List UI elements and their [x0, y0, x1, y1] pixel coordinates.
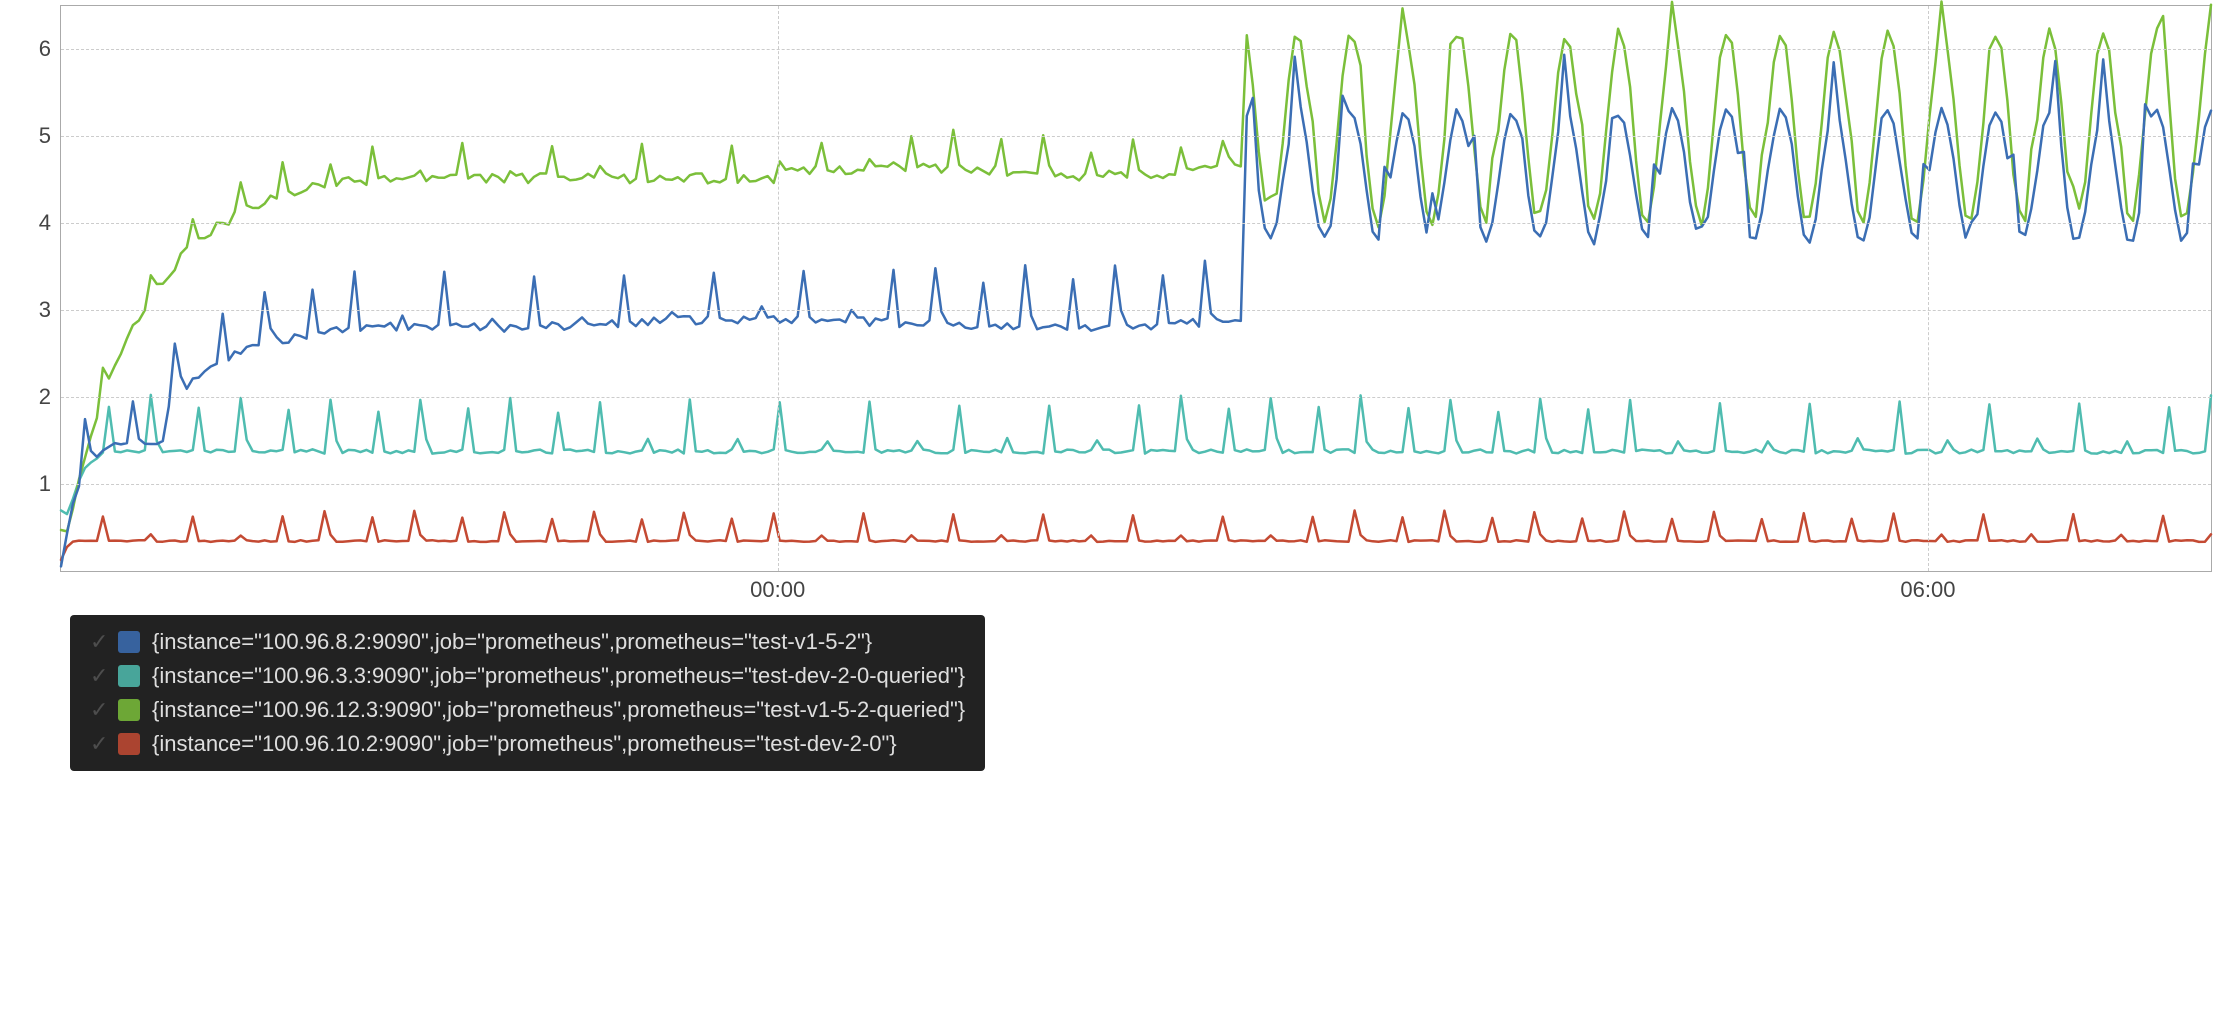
y-axis-tick-label: 4: [39, 210, 61, 236]
legend-swatch: [118, 699, 140, 721]
check-icon: ✓: [90, 665, 112, 687]
check-icon: ✓: [90, 733, 112, 755]
x-axis-tick-label: 06:00: [1900, 571, 1955, 603]
chart-lines: [61, 6, 2211, 571]
grid-line-horizontal: [61, 484, 2211, 485]
grid-line-horizontal: [61, 397, 2211, 398]
y-axis-tick-label: 6: [39, 36, 61, 62]
grid-line-horizontal: [61, 49, 2211, 50]
legend: ✓ {instance="100.96.8.2:9090",job="promet…: [70, 615, 985, 771]
grid-line-vertical: [1928, 6, 1929, 571]
legend-swatch: [118, 733, 140, 755]
legend-swatch: [118, 631, 140, 653]
y-axis-tick-label: 2: [39, 384, 61, 410]
legend-label: {instance="100.96.10.2:9090",job="promet…: [152, 731, 897, 757]
legend-label: {instance="100.96.3.3:9090",job="prometh…: [152, 663, 965, 689]
legend-item[interactable]: ✓ {instance="100.96.8.2:9090",job="promet…: [90, 625, 965, 659]
check-icon: ✓: [90, 631, 112, 653]
series-line: [61, 395, 2211, 514]
legend-item[interactable]: ✓ {instance="100.96.10.2:9090",job="prome…: [90, 727, 965, 761]
legend-swatch: [118, 665, 140, 687]
grid-line-horizontal: [61, 223, 2211, 224]
grid-line-vertical: [778, 6, 779, 571]
grid-line-horizontal: [61, 310, 2211, 311]
check-icon: ✓: [90, 699, 112, 721]
chart-panel[interactable]: 12345600:0006:00: [0, 0, 2217, 585]
legend-label: {instance="100.96.8.2:9090",job="prometh…: [152, 629, 872, 655]
legend-label: {instance="100.96.12.3:9090",job="promet…: [152, 697, 965, 723]
series-line: [61, 511, 2211, 560]
grid-line-horizontal: [61, 136, 2211, 137]
y-axis-tick-label: 3: [39, 297, 61, 323]
y-axis-tick-label: 1: [39, 471, 61, 497]
x-axis-tick-label: 00:00: [750, 571, 805, 603]
plot-area[interactable]: 12345600:0006:00: [60, 5, 2212, 572]
legend-item[interactable]: ✓ {instance="100.96.3.3:9090",job="promet…: [90, 659, 965, 693]
y-axis-tick-label: 5: [39, 123, 61, 149]
legend-item[interactable]: ✓ {instance="100.96.12.3:9090",job="prome…: [90, 693, 965, 727]
